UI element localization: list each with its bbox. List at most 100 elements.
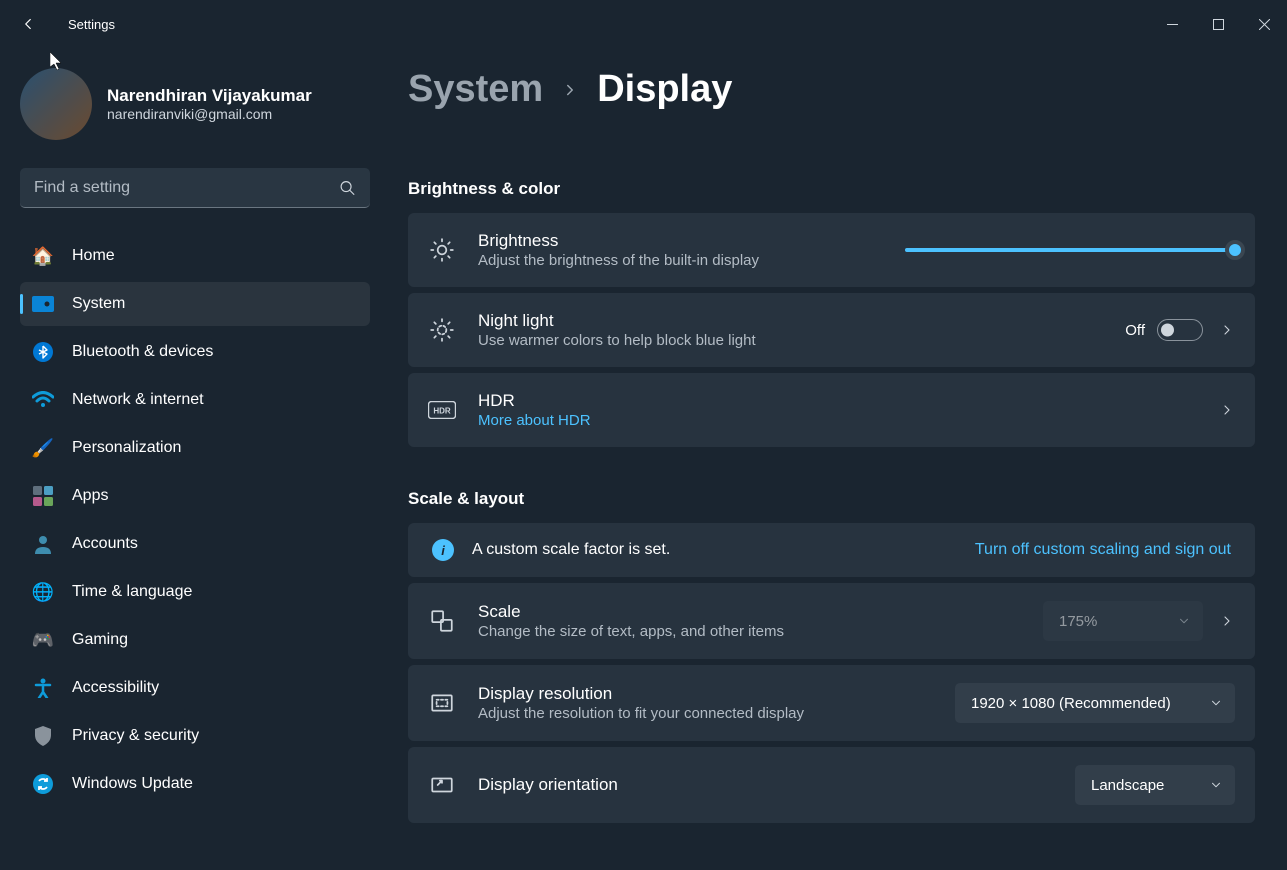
sidebar-item-gaming[interactable]: 🎮 Gaming <box>20 618 370 662</box>
back-button[interactable] <box>8 4 48 44</box>
scale-subtitle: Change the size of text, apps, and other… <box>478 623 1021 640</box>
sun-icon <box>428 237 456 263</box>
system-icon <box>32 293 54 315</box>
scale-icon <box>428 608 456 634</box>
orientation-row[interactable]: Display orientation Landscape <box>408 747 1255 823</box>
sidebar-item-label: Accessibility <box>72 679 159 697</box>
main-content: System Display Brightness & color Bright… <box>390 48 1287 870</box>
sidebar-item-label: System <box>72 295 125 313</box>
titlebar: Settings <box>0 0 1287 48</box>
sidebar-item-label: Personalization <box>72 439 181 457</box>
info-icon: i <box>432 539 454 561</box>
resolution-title: Display resolution <box>478 684 933 704</box>
user-name: Narendhiran Vijayakumar <box>107 86 312 106</box>
wifi-icon <box>32 389 54 411</box>
brightness-slider[interactable] <box>905 248 1235 252</box>
hdr-icon: HDR <box>428 401 456 419</box>
chevron-down-icon <box>1209 696 1223 710</box>
chevron-right-icon[interactable] <box>1219 613 1235 629</box>
turn-off-scaling-link[interactable]: Turn off custom scaling and sign out <box>975 541 1231 559</box>
hdr-link[interactable]: More about HDR <box>478 412 1197 429</box>
search-input[interactable] <box>20 168 370 208</box>
minimize-icon <box>1167 19 1178 30</box>
chevron-down-icon <box>1177 614 1191 628</box>
sidebar-item-system[interactable]: System <box>20 282 370 326</box>
maximize-button[interactable] <box>1195 8 1241 40</box>
sidebar-item-update[interactable]: Windows Update <box>20 762 370 806</box>
sidebar-item-network[interactable]: Network & internet <box>20 378 370 422</box>
breadcrumb-current: Display <box>597 68 732 111</box>
hdr-title: HDR <box>478 391 1197 411</box>
apps-icon <box>32 485 54 507</box>
sidebar-item-home[interactable]: 🏠 Home <box>20 234 370 278</box>
shield-icon <box>32 725 54 747</box>
night-light-toggle[interactable] <box>1157 319 1203 341</box>
resolution-value: 1920 × 1080 (Recommended) <box>971 695 1171 712</box>
scale-title: Scale <box>478 602 1021 622</box>
sidebar-item-time[interactable]: 🌐 Time & language <box>20 570 370 614</box>
night-light-state-label: Off <box>1125 322 1145 339</box>
nav-menu: 🏠 Home System Bluetooth & devices Networ… <box>20 234 370 806</box>
scale-value: 175% <box>1059 613 1097 630</box>
sidebar-item-label: Accounts <box>72 535 138 553</box>
breadcrumb-parent[interactable]: System <box>408 68 543 111</box>
sidebar-item-privacy[interactable]: Privacy & security <box>20 714 370 758</box>
update-icon <box>32 773 54 795</box>
maximize-icon <box>1213 19 1224 30</box>
sidebar-item-label: Bluetooth & devices <box>72 343 213 361</box>
chevron-right-icon[interactable] <box>1219 322 1235 338</box>
chevron-down-icon <box>1209 778 1223 792</box>
sidebar-item-label: Windows Update <box>72 775 193 793</box>
night-light-subtitle: Use warmer colors to help block blue lig… <box>478 332 1103 349</box>
resolution-subtitle: Adjust the resolution to fit your connec… <box>478 705 933 722</box>
scale-info-text: A custom scale factor is set. <box>472 541 957 559</box>
night-light-title: Night light <box>478 311 1103 331</box>
brightness-row: Brightness Adjust the brightness of the … <box>408 213 1255 287</box>
arrow-left-icon <box>19 15 37 33</box>
section-scale-heading: Scale & layout <box>408 489 1255 509</box>
sidebar-item-label: Home <box>72 247 115 265</box>
chevron-right-icon[interactable] <box>1219 402 1235 418</box>
sidebar-item-label: Privacy & security <box>72 727 199 745</box>
clock-globe-icon: 🌐 <box>32 581 54 603</box>
orientation-dropdown[interactable]: Landscape <box>1075 765 1235 805</box>
close-button[interactable] <box>1241 8 1287 40</box>
scale-row[interactable]: Scale Change the size of text, apps, and… <box>408 583 1255 659</box>
person-icon <box>32 533 54 555</box>
sidebar: Narendhiran Vijayakumar narendiranviki@g… <box>0 48 390 870</box>
scale-info-banner: i A custom scale factor is set. Turn off… <box>408 523 1255 577</box>
sidebar-item-bluetooth[interactable]: Bluetooth & devices <box>20 330 370 374</box>
resolution-dropdown[interactable]: 1920 × 1080 (Recommended) <box>955 683 1235 723</box>
search-box <box>20 168 370 208</box>
breadcrumb: System Display <box>408 68 1255 111</box>
sidebar-item-personalization[interactable]: 🖌️ Personalization <box>20 426 370 470</box>
scale-dropdown: 175% <box>1043 601 1203 641</box>
search-icon <box>339 180 356 197</box>
home-icon: 🏠 <box>32 245 54 267</box>
sidebar-item-accessibility[interactable]: Accessibility <box>20 666 370 710</box>
user-email: narendiranviki@gmail.com <box>107 106 312 122</box>
sidebar-item-label: Gaming <box>72 631 128 649</box>
section-brightness-heading: Brightness & color <box>408 179 1255 199</box>
night-light-icon <box>428 317 456 343</box>
close-icon <box>1259 19 1270 30</box>
sidebar-item-label: Time & language <box>72 583 192 601</box>
night-light-row[interactable]: Night light Use warmer colors to help bl… <box>408 293 1255 367</box>
sidebar-item-label: Apps <box>72 487 108 505</box>
brightness-title: Brightness <box>478 231 883 251</box>
paintbrush-icon: 🖌️ <box>32 437 54 459</box>
minimize-button[interactable] <box>1149 8 1195 40</box>
orientation-title: Display orientation <box>478 775 1053 795</box>
avatar <box>20 68 92 140</box>
sidebar-item-apps[interactable]: Apps <box>20 474 370 518</box>
resolution-row[interactable]: Display resolution Adjust the resolution… <box>408 665 1255 741</box>
chevron-right-icon <box>561 81 579 99</box>
accessibility-icon <box>32 677 54 699</box>
hdr-row[interactable]: HDR HDR More about HDR <box>408 373 1255 447</box>
user-profile[interactable]: Narendhiran Vijayakumar narendiranviki@g… <box>20 68 370 140</box>
app-title: Settings <box>68 17 115 32</box>
sidebar-item-accounts[interactable]: Accounts <box>20 522 370 566</box>
brightness-subtitle: Adjust the brightness of the built-in di… <box>478 252 883 269</box>
resolution-icon <box>428 690 456 716</box>
svg-text:HDR: HDR <box>433 407 451 416</box>
